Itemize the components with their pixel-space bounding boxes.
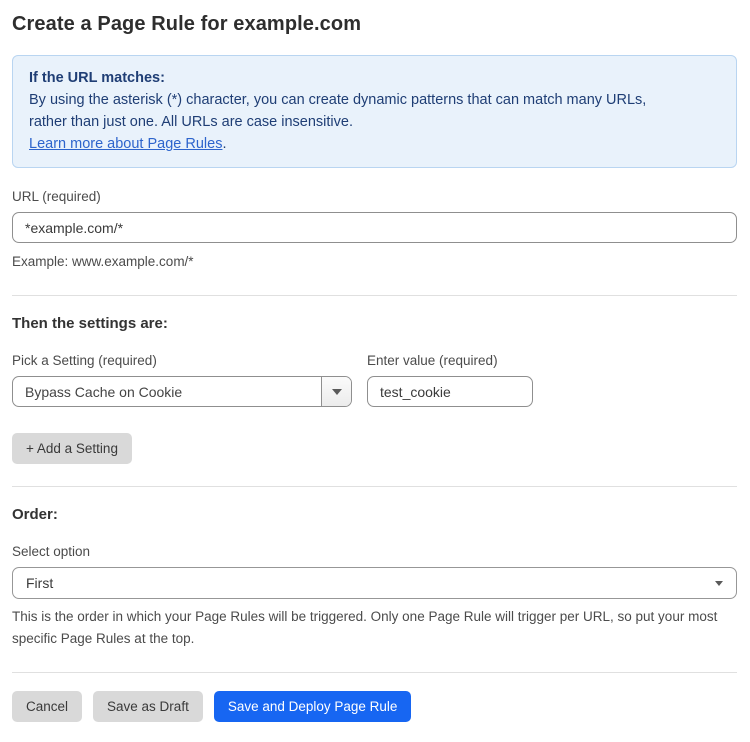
pick-setting-column: Pick a Setting (required) Bypass Cache o… — [12, 332, 352, 407]
order-help-text: This is the order in which your Page Rul… — [12, 606, 737, 650]
enter-value-label: Enter value (required) — [367, 353, 533, 368]
info-box-body: By using the asterisk (*) character, you… — [29, 89, 687, 133]
cancel-button[interactable]: Cancel — [12, 691, 82, 722]
settings-section-heading: Then the settings are: — [12, 315, 737, 332]
section-divider — [12, 672, 737, 673]
section-divider — [12, 486, 737, 487]
add-setting-button[interactable]: + Add a Setting — [12, 433, 132, 464]
url-input[interactable] — [12, 212, 737, 243]
save-as-draft-button[interactable]: Save as Draft — [93, 691, 203, 722]
order-section-heading: Order: — [12, 506, 737, 523]
section-divider — [12, 295, 737, 296]
settings-row: Pick a Setting (required) Bypass Cache o… — [12, 332, 737, 407]
order-select[interactable]: First — [12, 567, 737, 599]
pick-setting-label: Pick a Setting (required) — [12, 353, 352, 368]
learn-more-link[interactable]: Learn more about Page Rules — [29, 136, 222, 152]
order-select-value: First — [26, 575, 53, 591]
learn-more-period: . — [222, 136, 226, 152]
page-title: Create a Page Rule for example.com — [12, 13, 737, 36]
save-and-deploy-button[interactable]: Save and Deploy Page Rule — [214, 691, 412, 722]
url-example-text: Example: www.example.com/* — [12, 251, 737, 273]
chevron-down-icon — [332, 389, 342, 395]
order-select-label: Select option — [12, 544, 737, 559]
url-label: URL (required) — [12, 189, 737, 204]
enter-value-column: Enter value (required) — [367, 332, 533, 407]
chevron-down-icon — [715, 581, 723, 586]
create-page-rule-panel: Create a Page Rule for example.com If th… — [0, 0, 750, 742]
setting-value-input[interactable] — [367, 376, 533, 407]
info-box-heading: If the URL matches: — [29, 67, 720, 89]
setting-select[interactable]: Bypass Cache on Cookie — [12, 376, 352, 407]
url-match-info-box: If the URL matches: By using the asteris… — [12, 55, 737, 168]
setting-select-arrow-button[interactable] — [321, 377, 351, 406]
action-buttons-row: Cancel Save as Draft Save and Deploy Pag… — [12, 691, 737, 722]
info-link-line: Learn more about Page Rules. — [29, 133, 720, 155]
setting-select-value: Bypass Cache on Cookie — [13, 377, 321, 406]
